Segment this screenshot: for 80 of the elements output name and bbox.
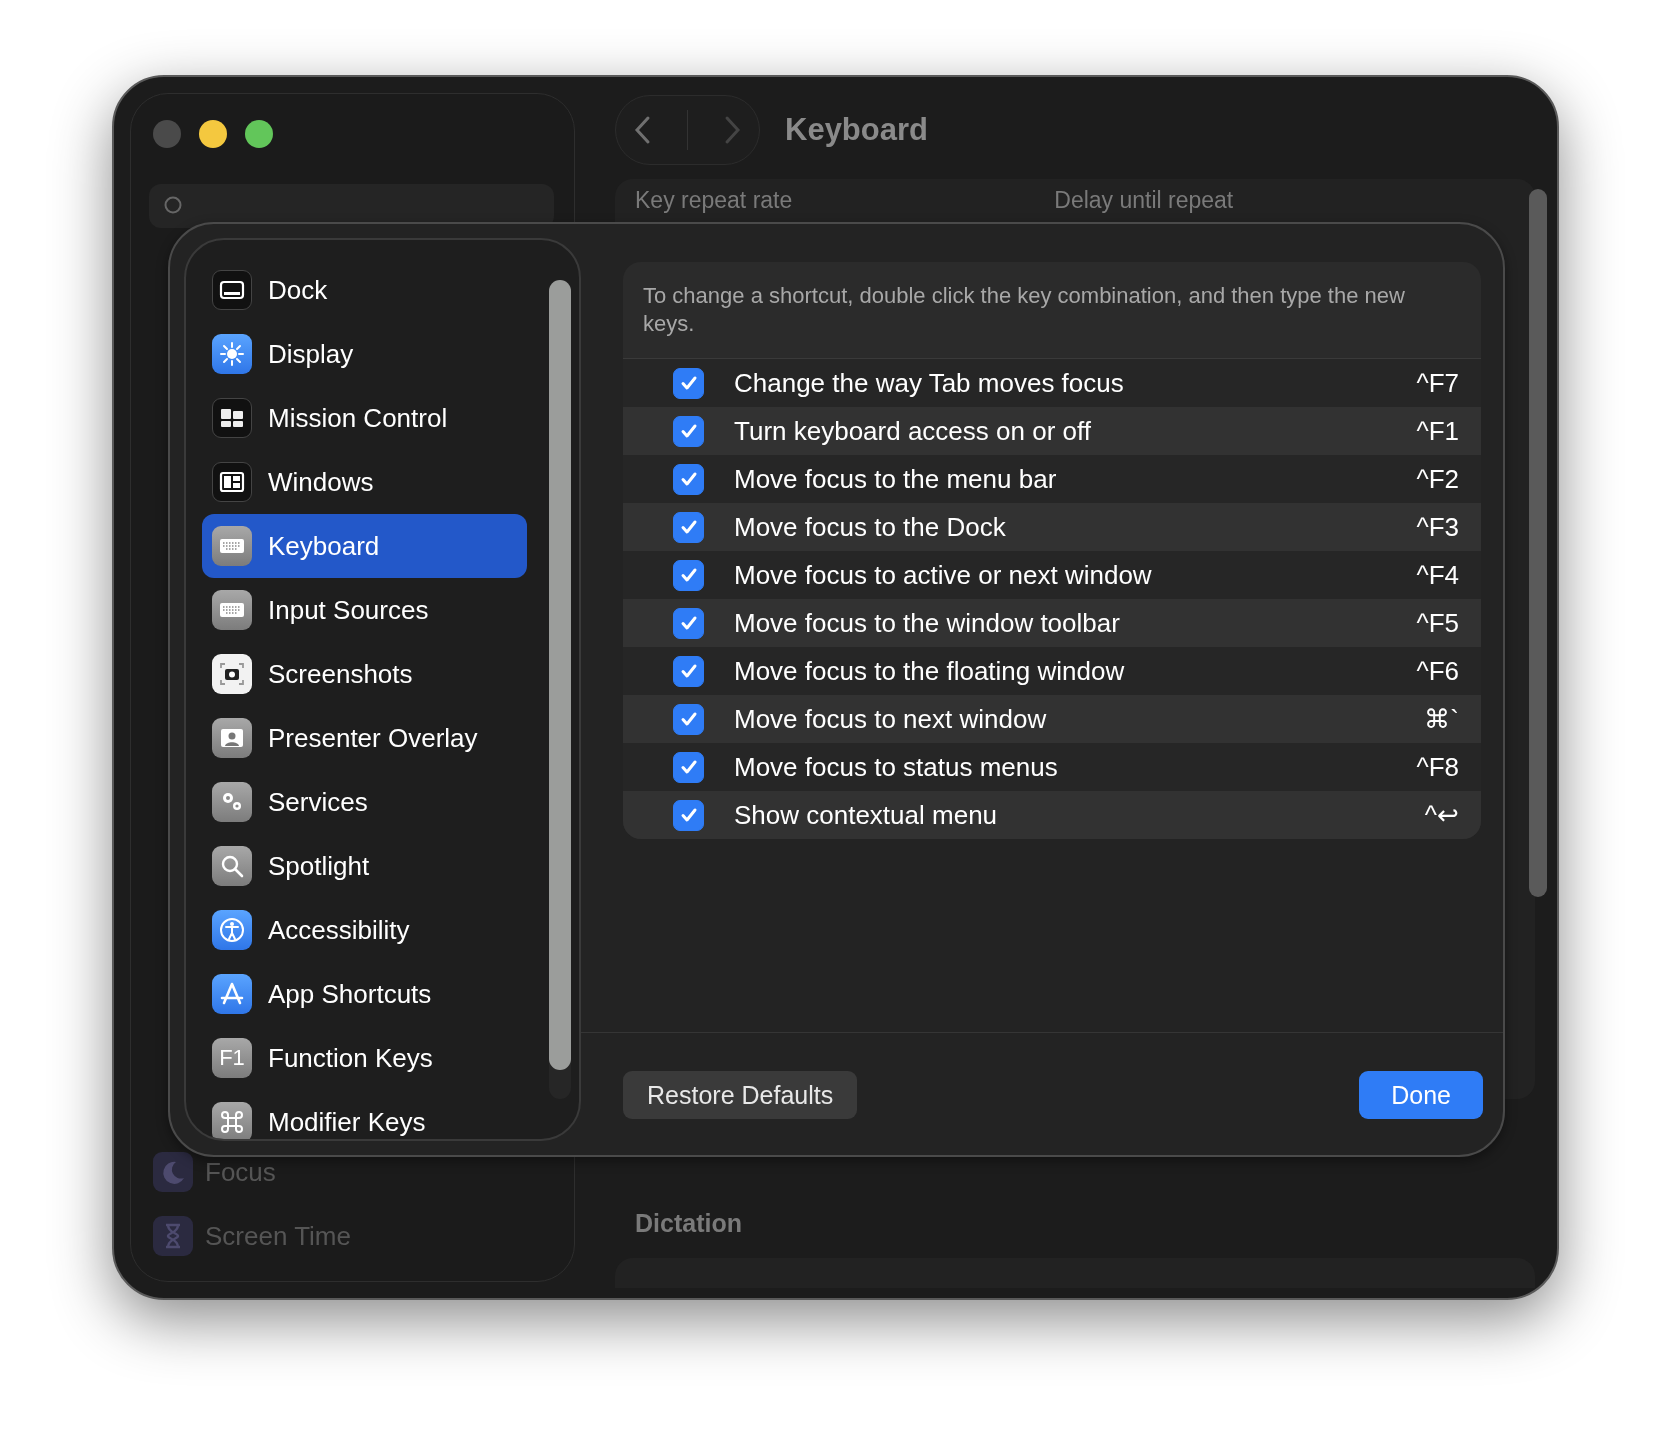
sidebar-item[interactable]: Screenshots: [202, 642, 527, 706]
checkbox[interactable]: [673, 607, 704, 639]
shortcut-row[interactable]: Move focus to the floating window ^F6: [623, 647, 1481, 695]
shortcut-label: Move focus to the menu bar: [734, 463, 1058, 495]
shortcut-row[interactable]: Move focus to next window ⌘`: [623, 695, 1481, 743]
sidebar-item[interactable]: F1 Function Keys: [202, 1026, 527, 1090]
checkbox[interactable]: [673, 463, 704, 495]
scrollbar-thumb[interactable]: [1529, 189, 1547, 897]
minimize-button[interactable]: [199, 120, 227, 148]
sun-icon: [212, 334, 252, 374]
keyboard-icon: [212, 526, 252, 566]
window-title: Keyboard: [785, 112, 928, 148]
shortcut-row[interactable]: Move focus to the window toolbar ^F5: [623, 599, 1481, 647]
shortcut-label: Show contextual menu: [734, 799, 999, 831]
zoom-button[interactable]: [245, 120, 273, 148]
section-heading: Dictation: [635, 1209, 743, 1238]
checkbox[interactable]: [673, 655, 704, 687]
key-combination[interactable]: ⌘`: [1424, 703, 1459, 735]
shortcut-label: Move focus to the floating window: [734, 655, 1126, 687]
key-combination[interactable]: ^F6: [1416, 655, 1459, 687]
person-icon: [212, 718, 252, 758]
scrollbar-thumb[interactable]: [549, 280, 571, 1070]
shortcut-row[interactable]: Move focus to status menus ^F8: [623, 743, 1481, 791]
shortcut-row[interactable]: Change the way Tab moves focus ^F7: [623, 359, 1481, 407]
done-button[interactable]: Done: [1359, 1071, 1483, 1119]
shortcut-row[interactable]: Move focus to the menu bar ^F2: [623, 455, 1481, 503]
shortcut-label: Move focus to next window: [734, 703, 1048, 735]
window-layout-icon: [212, 462, 252, 502]
command-icon: [212, 1102, 252, 1139]
sidebar-item[interactable]: Keyboard: [202, 514, 527, 578]
shortcut-row[interactable]: Show contextual menu ^↩: [623, 791, 1481, 839]
checkbox[interactable]: [673, 703, 704, 735]
key-combination[interactable]: ^F5: [1416, 607, 1459, 639]
key-combination[interactable]: ^↩: [1424, 799, 1459, 831]
sidebar-item[interactable]: Services: [202, 770, 527, 834]
camera-icon: [212, 654, 252, 694]
setting-label: Key repeat rate: [635, 187, 793, 214]
restore-defaults-button[interactable]: Restore Defaults: [623, 1071, 858, 1119]
accessibility-icon: [212, 910, 252, 950]
checkbox[interactable]: [673, 799, 704, 831]
key-combination[interactable]: ^F2: [1416, 463, 1459, 495]
key-combination[interactable]: ^F8: [1416, 751, 1459, 783]
key-combination[interactable]: ^F4: [1416, 559, 1459, 591]
checkbox[interactable]: [673, 415, 704, 447]
key-combination[interactable]: ^F1: [1416, 415, 1459, 447]
checkbox[interactable]: [673, 751, 704, 783]
sidebar-item[interactable]: Accessibility: [202, 898, 527, 962]
shortcut-label: Move focus to the Dock: [734, 511, 1007, 543]
function-key-icon: F1: [212, 1038, 252, 1078]
sidebar-item[interactable]: App Shortcuts: [202, 962, 527, 1026]
moon-icon: [153, 1152, 193, 1192]
shortcut-row[interactable]: Move focus to active or next window ^F4: [623, 551, 1481, 599]
sidebar-item[interactable]: Windows: [202, 450, 527, 514]
sidebar-item[interactable]: Mission Control: [202, 386, 527, 450]
checkbox[interactable]: [673, 367, 704, 399]
sidebar-item[interactable]: Modifier Keys: [202, 1090, 527, 1139]
keyboard-icon: [212, 590, 252, 630]
gears-icon: [212, 782, 252, 822]
shortcut-label: Change the way Tab moves focus: [734, 367, 1125, 399]
setting-label: Delay until repeat: [1054, 187, 1234, 214]
shortcut-row[interactable]: Turn keyboard access on or off ^F1: [623, 407, 1481, 455]
checkbox[interactable]: [673, 511, 704, 543]
shortcut-label: Move focus to active or next window: [734, 559, 1153, 591]
windows-grid-icon: [212, 398, 252, 438]
shortcut-label: Move focus to status menus: [734, 751, 1059, 783]
shortcut-label: Turn keyboard access on or off: [734, 415, 1092, 447]
dock-icon: [212, 270, 252, 310]
key-combination[interactable]: ^F7: [1416, 367, 1459, 399]
sidebar-item[interactable]: Dock: [202, 258, 527, 322]
key-combination[interactable]: ^F3: [1416, 511, 1459, 543]
sidebar-item[interactable]: Presenter Overlay: [202, 706, 527, 770]
shortcut-row[interactable]: Move focus to the Dock ^F3: [623, 503, 1481, 551]
hourglass-icon: [153, 1216, 193, 1256]
sidebar-item[interactable]: Input Sources: [202, 578, 527, 642]
sidebar-item[interactable]: Display: [202, 322, 527, 386]
search-icon: [212, 846, 252, 886]
app-store-icon: [212, 974, 252, 1014]
sidebar-item[interactable]: Spotlight: [202, 834, 527, 898]
checkbox[interactable]: [673, 559, 704, 591]
shortcut-label: Move focus to the window toolbar: [734, 607, 1121, 639]
